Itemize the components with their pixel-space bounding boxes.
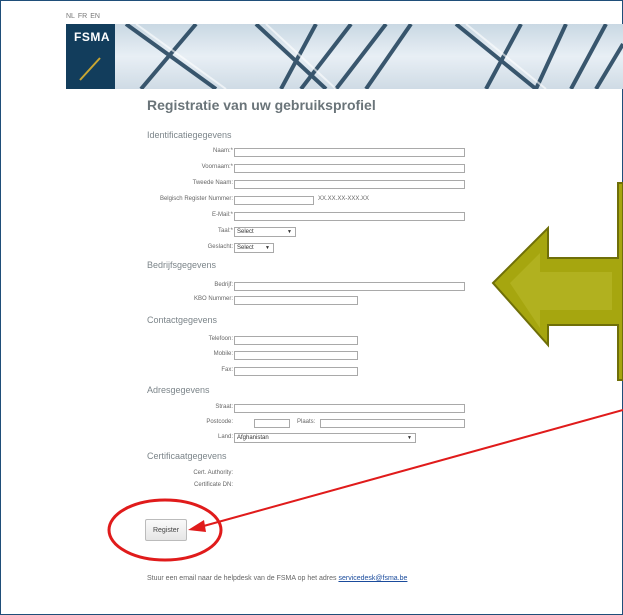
- label-fax: Fax:: [221, 367, 233, 373]
- banner-pattern-icon: [124, 24, 623, 89]
- label-naam: Naam:*: [212, 148, 233, 154]
- label-straat: Straat:: [215, 404, 233, 410]
- label-geslacht: Geslacht:: [207, 244, 233, 250]
- chevron-down-icon: ▼: [407, 435, 412, 441]
- land-selected: Afghanistan: [237, 435, 269, 441]
- label-taal: Taal:*: [217, 228, 233, 234]
- lang-nl[interactable]: NL: [66, 13, 75, 20]
- label-land: Land:: [217, 434, 233, 440]
- geslacht-select[interactable]: Select ▼: [234, 243, 274, 253]
- label-tweede-naam: Tweede Naam:: [192, 180, 233, 186]
- footer-text: Stuur een email naar de helpdesk van de …: [147, 575, 407, 582]
- label-voornaam: Voornaam:*: [201, 164, 233, 170]
- label-plaats: Plaats:: [297, 419, 316, 425]
- label-mobile: Mobile:: [213, 351, 233, 357]
- lang-en[interactable]: EN: [90, 13, 100, 20]
- register-button[interactable]: Register: [145, 519, 187, 541]
- fsma-logo[interactable]: FSMA: [66, 24, 115, 89]
- label-bedrijf: Bedrijf:: [214, 282, 233, 288]
- label-postcode: Postcode:: [206, 419, 233, 425]
- lang-fr[interactable]: FR: [78, 13, 87, 20]
- section-certificate: Certificaatgegevens: [147, 451, 227, 461]
- taal-selected: Select: [237, 229, 254, 235]
- logo-slash-icon: [79, 57, 101, 81]
- naam-input[interactable]: [234, 148, 465, 157]
- section-identification: Identificatiegegevens: [147, 130, 232, 140]
- window-frame: [0, 0, 623, 615]
- land-select[interactable]: Afghanistan ▼: [234, 433, 416, 443]
- rijksregister-hint: XX.XX.XX-XXX.XX: [318, 196, 370, 202]
- label-certificate-dn: Certificate DN:: [193, 482, 233, 488]
- header-banner: [66, 24, 623, 89]
- chevron-down-icon: ▼: [287, 229, 292, 235]
- section-company: Bedrijfsgegevens: [147, 260, 217, 270]
- postcode-input[interactable]: [254, 419, 290, 428]
- fax-input[interactable]: [234, 367, 358, 376]
- footer-message: Stuur een email naar de helpdesk van de …: [147, 575, 337, 582]
- label-email: E-Mail:*: [211, 212, 233, 218]
- plaats-input[interactable]: [320, 419, 465, 428]
- voornaam-input[interactable]: [234, 164, 465, 173]
- rijksregister-input[interactable]: [234, 196, 314, 205]
- label-telefoon: Telefoon:: [208, 336, 233, 342]
- mobile-input[interactable]: [234, 351, 358, 360]
- taal-select[interactable]: Select ▼: [234, 227, 296, 237]
- section-address: Adresgegevens: [147, 385, 210, 395]
- telefoon-input[interactable]: [234, 336, 358, 345]
- servicedesk-email-link[interactable]: servicedesk@fsma.be: [338, 575, 407, 582]
- label-rijksregister: Belgisch Register Nummer:: [159, 196, 233, 202]
- email-input[interactable]: [234, 212, 465, 221]
- tweede-naam-input[interactable]: [234, 180, 465, 189]
- label-kbo: KBO Nummer:: [193, 296, 233, 302]
- kbo-input[interactable]: [234, 296, 358, 305]
- language-switcher: NL FR EN: [66, 13, 101, 20]
- geslacht-selected: Select: [237, 245, 254, 251]
- chevron-down-icon: ▼: [265, 245, 270, 251]
- bedrijf-input[interactable]: [234, 282, 465, 291]
- page-title: Registratie van uw gebruiksprofiel: [147, 97, 376, 113]
- label-cert-authority: Cert. Authority:: [193, 470, 233, 476]
- section-contact: Contactgegevens: [147, 315, 218, 325]
- straat-input[interactable]: [234, 404, 465, 413]
